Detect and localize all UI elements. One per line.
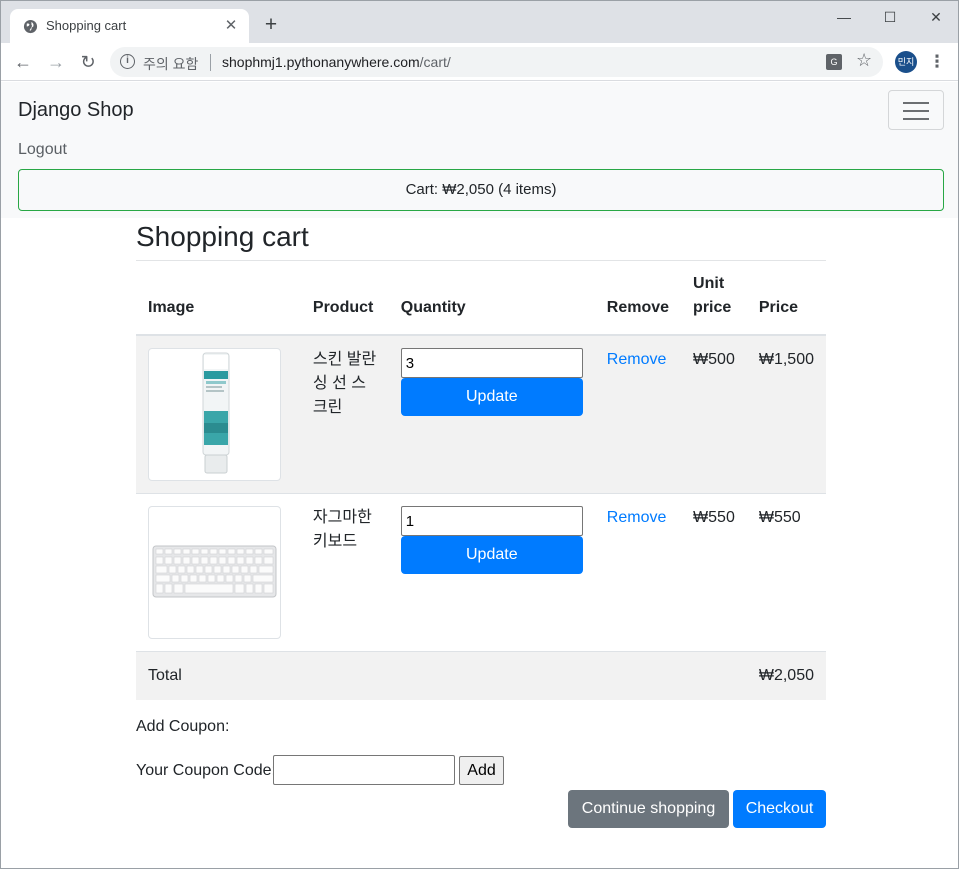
- table-row: 스킨 발란싱 선 스크린 Update Remove ₩500 ₩1,500: [136, 334, 826, 494]
- image-cell: [136, 493, 301, 652]
- keyboard-image[interactable]: [148, 506, 281, 639]
- coupon-heading: Add Coupon:: [136, 718, 230, 735]
- total-row: Total ₩2,050: [136, 651, 826, 700]
- line-price: ₩550: [746, 493, 826, 652]
- header-quantity: Quantity: [388, 269, 595, 336]
- add-coupon-button[interactable]: Add: [459, 756, 504, 785]
- tab-title: Shopping cart: [46, 18, 127, 33]
- minimize-icon[interactable]: —: [821, 5, 867, 29]
- image-cell: [136, 334, 301, 494]
- unit-price: ₩550: [681, 493, 747, 652]
- url-path: /cart/: [419, 54, 451, 70]
- header-product: Product: [300, 269, 389, 336]
- back-arrow-icon[interactable]: ←: [11, 50, 35, 74]
- total-value: ₩2,050: [746, 651, 826, 700]
- site-navbar: Django Shop Logout Cart: ₩2,050 (4 items…: [1, 82, 958, 218]
- coupon-field-label: Your Coupon Code:: [136, 762, 276, 779]
- browser-menu-icon[interactable]: ⋮: [927, 50, 947, 74]
- profile-avatar[interactable]: 민지: [895, 51, 917, 73]
- product-name: 스킨 발란싱 선 스크린: [300, 334, 389, 494]
- product-name: 자그마한 키보드: [300, 493, 389, 652]
- reload-icon[interactable]: ↻: [76, 50, 100, 74]
- quantity-input[interactable]: [400, 506, 583, 536]
- sunscreen-tube-icon: [202, 352, 230, 474]
- globe-icon: [23, 19, 38, 34]
- cart-table: Image Product Quantity Remove Unit price…: [136, 269, 826, 700]
- navbar-brand[interactable]: Django Shop: [18, 99, 134, 122]
- address-bar[interactable]: i 주의 요함 shophmj1.pythonanywhere.com/cart…: [110, 47, 883, 77]
- total-label: Total: [136, 651, 301, 700]
- quantity-cell: Update: [388, 334, 595, 494]
- hamburger-icon-bar: [903, 102, 929, 104]
- keyboard-icon: [152, 545, 277, 598]
- checkout-button[interactable]: Checkout: [733, 790, 826, 828]
- maximize-icon[interactable]: ☐: [867, 5, 913, 29]
- empty-cell: [594, 651, 682, 700]
- bookmark-star-icon[interactable]: ☆: [856, 50, 872, 71]
- hamburger-icon-bar: [903, 110, 929, 112]
- close-tab-icon[interactable]: ✕: [221, 16, 241, 36]
- empty-cell: [681, 651, 747, 700]
- remove-link[interactable]: Remove: [607, 351, 667, 368]
- info-icon[interactable]: i: [120, 54, 135, 69]
- new-tab-icon[interactable]: +: [259, 13, 283, 37]
- remove-cell: Remove: [594, 493, 682, 652]
- hamburger-icon-bar: [903, 118, 929, 120]
- navbar-toggler-button[interactable]: [888, 90, 944, 130]
- url-text[interactable]: shophmj1.pythonanywhere.com/cart/: [222, 54, 451, 70]
- security-label[interactable]: 주의 요함: [143, 54, 198, 74]
- table-header-row: Image Product Quantity Remove Unit price…: [136, 269, 826, 336]
- browser-tab[interactable]: Shopping cart ✕: [10, 9, 249, 43]
- remove-link[interactable]: Remove: [607, 509, 667, 526]
- update-button[interactable]: Update: [400, 378, 583, 416]
- unit-price: ₩500: [681, 334, 747, 494]
- quantity-cell: Update: [388, 493, 595, 652]
- header-unit-price: Unit price: [681, 269, 747, 336]
- cart-summary[interactable]: Cart: ₩2,050 (4 items): [18, 169, 944, 211]
- translate-icon[interactable]: G: [826, 54, 842, 70]
- empty-cell: [300, 651, 389, 700]
- quantity-input[interactable]: [400, 348, 583, 378]
- table-row: 자그마한 키보드 Update Remove ₩550 ₩550: [136, 493, 826, 652]
- line-price: ₩1,500: [746, 334, 826, 494]
- update-button[interactable]: Update: [400, 536, 583, 574]
- url-host: shophmj1.pythonanywhere.com: [222, 54, 420, 70]
- browser-tab-strip: Shopping cart ✕ + — ☐ ✕: [1, 1, 958, 43]
- header-price: Price: [746, 269, 826, 336]
- header-image: Image: [136, 269, 301, 336]
- browser-toolbar: ← → ↻ i 주의 요함 shophmj1.pythonanywhere.co…: [1, 43, 958, 81]
- sunscreen-tube-image[interactable]: [148, 348, 281, 481]
- coupon-code-input[interactable]: [273, 755, 455, 785]
- title-divider: [136, 260, 826, 261]
- header-remove: Remove: [594, 269, 682, 336]
- forward-arrow-icon[interactable]: →: [44, 50, 68, 74]
- continue-shopping-button[interactable]: Continue shopping: [568, 790, 729, 828]
- logout-link[interactable]: Logout: [18, 141, 67, 159]
- close-window-icon[interactable]: ✕: [913, 5, 959, 29]
- page-title: Shopping cart: [136, 221, 309, 252]
- empty-cell: [388, 651, 595, 700]
- remove-cell: Remove: [594, 334, 682, 494]
- address-divider: [210, 54, 211, 71]
